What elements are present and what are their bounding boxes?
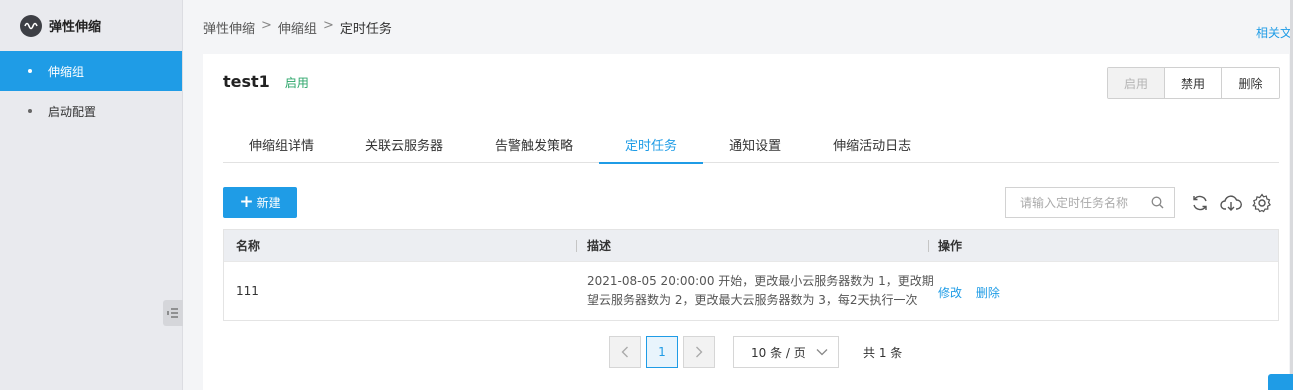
- page-title: test1: [223, 72, 270, 91]
- refresh-icon[interactable]: [1189, 192, 1211, 214]
- task-description-line: 望云服务器数为 2，更改最大云服务器数为 3，每2天执行一次: [587, 293, 918, 307]
- prev-page-button[interactable]: [609, 336, 641, 368]
- task-name: 111: [236, 284, 259, 298]
- breadcrumb-separator: >: [322, 18, 334, 33]
- breadcrumb: 弹性伸缩 > 伸缩组 > 定时任务: [203, 18, 392, 37]
- tab-alarm-policy[interactable]: 告警触发策略: [469, 126, 599, 163]
- tab-associated-servers[interactable]: 关联云服务器: [340, 126, 469, 163]
- sidebar-title: 弹性伸缩: [49, 20, 102, 35]
- title-row: test1 启用: [223, 72, 309, 91]
- delete-button[interactable]: 删除: [1222, 68, 1279, 98]
- sidebar-item-label: 伸缩组: [48, 64, 85, 79]
- bullet-icon: [28, 109, 32, 113]
- column-header-description: 描述: [587, 239, 612, 253]
- total-count: 共 1 条: [863, 345, 903, 360]
- search-input[interactable]: [1020, 195, 1145, 210]
- bullet-icon: [28, 69, 32, 73]
- next-page-button[interactable]: [683, 336, 715, 368]
- topbar: 弹性伸缩 > 伸缩组 > 定时任务 相关文: [184, 0, 1293, 51]
- search-icon[interactable]: [1151, 196, 1164, 209]
- new-task-label: 新建: [256, 196, 281, 210]
- table-header: 名称 描述 操作: [224, 230, 1278, 261]
- cloud-download-icon[interactable]: [1220, 192, 1242, 214]
- new-task-button[interactable]: + 新建: [223, 187, 297, 218]
- pagination: 1 10 条 / 页 共 1 条: [609, 336, 902, 368]
- breadcrumb-item[interactable]: 伸缩组: [278, 18, 317, 37]
- column-divider: [576, 240, 577, 252]
- chevron-right-icon: [696, 346, 703, 358]
- status-badge: 启用: [284, 76, 309, 90]
- task-description-line: 2021-08-05 20:00:00 开始，更改最小云服务器数为 1，更改期: [587, 274, 934, 288]
- page-size-value: 10 条 / 页: [751, 345, 806, 360]
- task-description: 2021-08-05 20:00:00 开始，更改最小云服务器数为 1，更改期 …: [587, 272, 934, 310]
- sidebar-item-label: 启动配置: [48, 104, 97, 119]
- column-header-actions: 操作: [938, 239, 963, 253]
- page-number[interactable]: 1: [646, 336, 678, 368]
- tab-group-details[interactable]: 伸缩组详情: [223, 126, 340, 163]
- row-actions: 修改 删除: [938, 284, 1010, 301]
- chevron-down-icon: [816, 348, 828, 356]
- column-divider: [928, 240, 929, 252]
- search-field[interactable]: [1005, 187, 1175, 218]
- chevron-left-icon: [621, 346, 628, 358]
- table-row: 111 2021-08-05 20:00:00 开始，更改最小云服务器数为 1，…: [224, 261, 1278, 320]
- tab-bar: 伸缩组详情 关联云服务器 告警触发策略 定时任务 通知设置 伸缩活动日志: [223, 126, 1279, 164]
- sidebar-item-scaling-group[interactable]: 伸缩组: [0, 51, 182, 91]
- sidebar: 弹性伸缩 伸缩组 启动配置: [0, 0, 183, 390]
- scheduled-task-table: 名称 描述 操作 111 2021-08-05 20:00:00 开始，更改最小…: [223, 229, 1279, 321]
- sidebar-collapse-button[interactable]: [163, 300, 183, 326]
- disable-button[interactable]: 禁用: [1165, 68, 1222, 98]
- breadcrumb-separator: >: [261, 18, 272, 33]
- tab-scheduled-tasks[interactable]: 定时任务: [599, 126, 704, 164]
- column-header-name: 名称: [236, 239, 261, 253]
- auto-scaling-logo-icon: [20, 14, 42, 37]
- related-docs-link[interactable]: 相关文: [1256, 24, 1292, 41]
- delete-link[interactable]: 删除: [976, 286, 1000, 300]
- main-panel: test1 启用 启用 禁用 删除 伸缩组详情 关联云服务器 告警触发策略 定时…: [203, 54, 1289, 390]
- breadcrumb-item[interactable]: 弹性伸缩: [203, 18, 255, 37]
- plus-icon: +: [239, 192, 254, 212]
- enable-button[interactable]: 启用: [1108, 68, 1165, 98]
- sidebar-item-launch-config[interactable]: 启动配置: [0, 91, 182, 131]
- collapse-icon: [167, 308, 178, 318]
- floating-help-button[interactable]: [1268, 374, 1293, 390]
- sidebar-header: 弹性伸缩: [0, 0, 182, 51]
- page-size-select[interactable]: 10 条 / 页: [733, 336, 839, 368]
- tab-notification-settings[interactable]: 通知设置: [703, 126, 807, 163]
- breadcrumb-current: 定时任务: [339, 22, 392, 37]
- edit-link[interactable]: 修改: [938, 286, 962, 300]
- action-button-group: 启用 禁用 删除: [1107, 67, 1280, 99]
- gear-icon[interactable]: [1251, 192, 1273, 214]
- tab-activity-log[interactable]: 伸缩活动日志: [807, 126, 937, 163]
